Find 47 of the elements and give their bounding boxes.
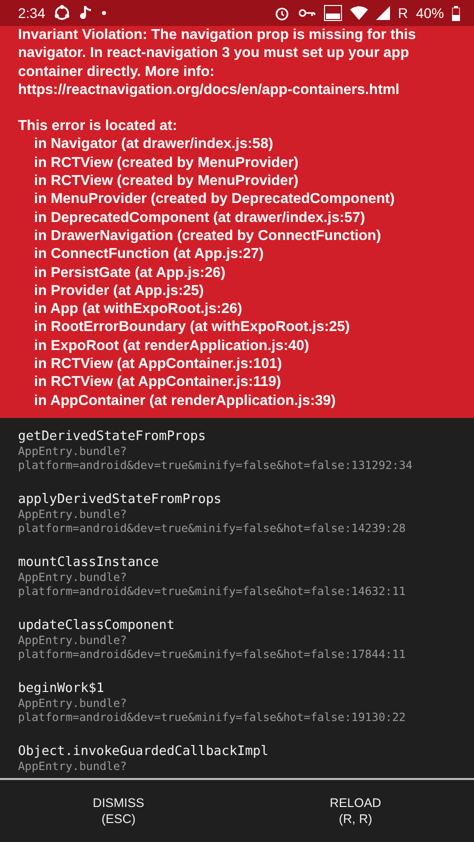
stack-frame-location: platform=android&dev=true&minify=false&hot=false:14239:28	[18, 522, 407, 536]
battery-percent: 40%	[416, 5, 444, 21]
component-stack-line: in DrawerNavigation (created by ConnectFunction)	[33, 226, 382, 246]
component-stack-line: in ExpoRoot (at renderApplication.js:40)	[33, 336, 310, 356]
stack-frame-method[interactable]: updateClassComponent	[18, 616, 456, 634]
component-stack-line: in RCTView (created by MenuProvider)	[33, 172, 300, 190]
component-stack-line: in AppContainer (at renderApplication.js:39)	[33, 392, 337, 410]
stack-frame-method[interactable]: getDerivedStateFromProps	[18, 428, 456, 445]
component-stack-line: in Provider (at App.js:25)	[33, 282, 205, 300]
component-stack-line: in RCTView (at AppContainer.js:101)	[33, 355, 283, 374]
component-stack-line: in MenuProvider (created by DeprecatedComponent)	[33, 190, 396, 209]
location-heading: This error is located at:	[18, 117, 178, 136]
component-stack-line: in RootErrorBoundary (at withExpoRoot.js:25)	[33, 318, 351, 337]
sync-icon	[53, 4, 72, 22]
alarm-icon	[274, 5, 290, 21]
battery-icon	[452, 6, 460, 20]
stack-frame-method[interactable]: mountClassInstance	[18, 554, 456, 571]
stack-frame-method[interactable]: beginWork$1	[18, 680, 456, 697]
stack-frame-file: AppEntry.bundle?	[18, 696, 128, 711]
reload-button[interactable]: RELOAD (R, R)	[237, 780, 474, 842]
status-time: 2:34	[18, 5, 46, 21]
stack-frame-file: AppEntry.bundle?	[18, 760, 128, 774]
stack-frame-location: platform=android&dev=true&minify=false&hot=false:131292:34	[18, 458, 414, 473]
stack-frame-file: AppEntry.bundle?	[18, 570, 128, 585]
dismiss-button[interactable]: DISMISS (ESC)	[0, 780, 237, 842]
stack-frame-file: AppEntry.bundle?	[18, 508, 128, 522]
key-icon	[298, 8, 316, 18]
network-label: R	[398, 5, 408, 21]
music-note-icon	[79, 5, 94, 21]
stack-frame-method[interactable]: applyDerivedStateFromProps	[18, 490, 456, 508]
wifi-icon	[350, 6, 368, 20]
dot-icon	[101, 10, 108, 16]
stack-frame-location: platform=android&dev=true&minify=false&hot=false:19130:22	[18, 710, 407, 725]
stack-frame-file: AppEntry.bundle?	[18, 444, 128, 459]
stack-frame-file: AppEntry.bundle?	[18, 634, 128, 648]
stack-frame-location: platform=android&dev=true&minify=false&hot=false:17844:11	[18, 648, 407, 662]
component-stack-line: in ConnectFunction (at App.js:27)	[33, 245, 265, 264]
component-stack-line: in DeprecatedComponent (at drawer/index.js:57)	[33, 208, 366, 227]
error-message: Invariant Violation: The navigation prop is missing for this navigator. In react-navigation 3 you must set up your app container directly. More info: https://reactnavigation.org/docs/en/app-containers.html	[18, 26, 417, 100]
stack-frame-method[interactable]: Object.invokeGuardedCallbackImpl	[18, 742, 456, 760]
stack-frame-location: platform=android&dev=true&minify=false&hot=false:14632:11	[18, 584, 407, 599]
component-stack-line: in PersistGate (at App.js:26)	[33, 264, 226, 282]
component-stack-line: in RCTView (at AppContainer.js:119)	[33, 373, 282, 392]
component-stack-line: in App (at withExpoRoot.js:26)	[33, 300, 244, 318]
component-stack-line: in RCTView (created by MenuProvider)	[33, 154, 300, 172]
component-stack-line: in Navigator (at drawer/index.js:58)	[33, 135, 274, 154]
signal-icon	[376, 6, 390, 20]
